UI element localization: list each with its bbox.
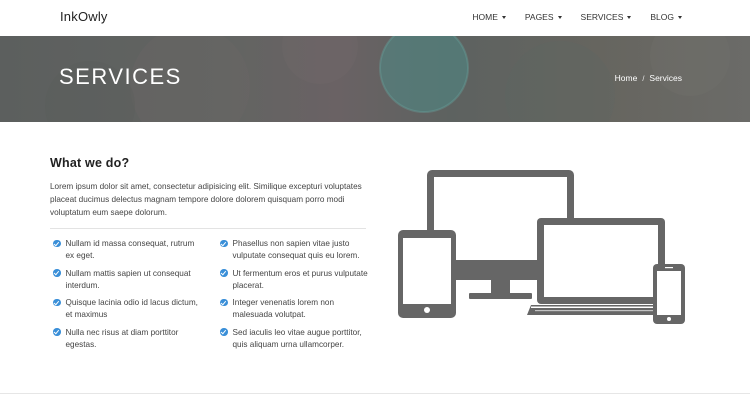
check-circle-icon (220, 239, 228, 247)
feature-text: Nullam mattis sapien ut consequat interd… (65, 268, 191, 290)
nav-item-label: PAGES (524, 12, 554, 22)
check-circle-icon (53, 298, 61, 306)
responsive-devices-icon (398, 170, 685, 324)
feature-text: Integer venenatis lorem non malesuada vo… (232, 298, 335, 319)
breadcrumb: Home / Services (615, 73, 682, 83)
feature-text: Sed iaculis leo vitae augue porttitor, q… (232, 327, 362, 349)
feature-item: Integer venenatis lorem non malesuada vo… (220, 297, 370, 327)
check-circle-icon (220, 328, 228, 336)
caret-down-icon (678, 15, 682, 19)
feature-list-right: Phasellus non sapien vitae justo vulputa… (220, 238, 370, 356)
feature-text: Phasellus non sapien vitae justo vulputa… (232, 239, 360, 260)
feature-item: Phasellus non sapien vitae justo vulputa… (220, 238, 370, 268)
nav-item-services[interactable]: SERVICES (581, 12, 632, 22)
breadcrumb-current: Services (649, 73, 682, 83)
breadcrumb-home-link[interactable]: Home (615, 73, 638, 83)
main-nav: HOME PAGES SERVICES BLOG (453, 12, 682, 22)
feature-item: Quisque lacinia odio id lacus dictum, et… (53, 297, 203, 327)
feature-text: Ut fermentum eros et purus vulputate pla… (232, 268, 368, 290)
nav-item-pages[interactable]: PAGES (525, 12, 562, 22)
nav-item-blog[interactable]: BLOG (650, 12, 682, 22)
feature-item: Ut fermentum eros et purus vulputate pla… (220, 268, 370, 298)
page-hero-banner: SERVICES Home / Services (0, 36, 750, 122)
caret-down-icon (501, 15, 506, 19)
caret-down-icon (627, 15, 632, 19)
nav-item-home[interactable]: HOME (472, 12, 506, 22)
feature-item: Nulla nec risus at diam porttitor egesta… (53, 327, 203, 357)
section-heading: What we do? (50, 156, 130, 170)
check-circle-icon (53, 239, 61, 247)
breadcrumb-separator: / (642, 73, 645, 83)
nav-item-label: HOME (472, 12, 498, 22)
feature-item: Sed iaculis leo vitae augue porttitor, q… (220, 327, 370, 357)
check-circle-icon (220, 269, 228, 277)
feature-list-left: Nullam id massa consequat, rutrum ex ege… (53, 238, 203, 356)
nav-item-label: SERVICES (580, 12, 624, 22)
nav-item-label: BLOG (650, 12, 674, 22)
feature-text: Nullam id massa consequat, rutrum ex ege… (65, 239, 195, 260)
check-circle-icon (53, 269, 61, 277)
page-title: SERVICES (59, 64, 182, 89)
caret-down-icon (557, 15, 562, 19)
brand-logo[interactable]: InkOwly (60, 9, 108, 24)
divider (50, 228, 366, 229)
intro-paragraph: Lorem ipsum dolor sit amet, consectetur … (50, 182, 362, 217)
feature-item: Nullam id massa consequat, rutrum ex ege… (53, 238, 203, 268)
feature-text: Quisque lacinia odio id lacus dictum, et… (65, 298, 198, 319)
top-navbar: InkOwly HOME PAGES SERVICES BLOG (0, 0, 750, 36)
feature-text: Nulla nec risus at diam porttitor egesta… (65, 327, 179, 349)
check-circle-icon (220, 298, 228, 306)
footer-divider (0, 393, 750, 394)
check-circle-icon (53, 328, 61, 336)
feature-item: Nullam mattis sapien ut consequat interd… (53, 268, 203, 298)
